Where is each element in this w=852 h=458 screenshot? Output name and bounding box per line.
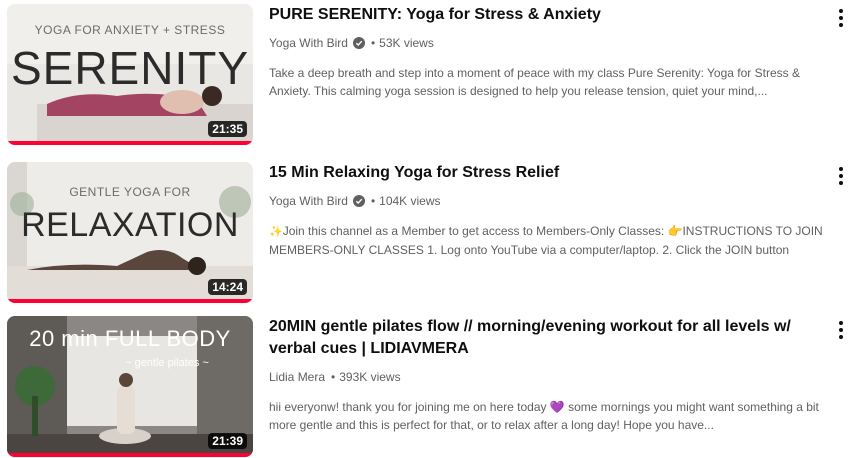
- channel-name-link[interactable]: Lidia Mera: [269, 368, 325, 386]
- video-result: YOGA FOR ANXIETY + STRESS SERENITY 21:35…: [0, 0, 852, 150]
- video-description-snippet: Take a deep breath and step into a momen…: [269, 66, 800, 98]
- watch-progress-bar: [7, 141, 253, 145]
- meta-separator: •: [370, 36, 376, 50]
- view-count: 393K views: [339, 370, 401, 384]
- meta-separator: •: [370, 194, 376, 208]
- video-duration-badge: 14:24: [208, 279, 247, 295]
- more-actions-menu-icon[interactable]: [829, 318, 852, 342]
- video-meta: Yoga With Bird • 53K views: [269, 34, 829, 52]
- svg-text:RELAXATION: RELAXATION: [21, 206, 239, 244]
- video-result: GENTLE YOGA FOR RELAXATION 14:24 15 Min …: [0, 158, 852, 308]
- video-results-list: YOGA FOR ANXIETY + STRESS SERENITY 21:35…: [0, 0, 852, 458]
- description-text: Join this channel as a Member to get acc…: [269, 224, 823, 257]
- sparkles-icon: ✨: [269, 226, 283, 238]
- video-info: 20MIN gentle pilates flow // morning/eve…: [269, 316, 829, 434]
- video-thumbnail[interactable]: 20 min FULL BODY ~ gentle pilates ~ 21:3…: [7, 316, 253, 457]
- more-actions-menu-icon[interactable]: [829, 164, 852, 188]
- video-result: 20 min FULL BODY ~ gentle pilates ~ 21:3…: [0, 312, 852, 458]
- svg-text:20 min FULL BODY: 20 min FULL BODY: [29, 326, 231, 351]
- more-actions-menu-icon[interactable]: [829, 6, 852, 30]
- watch-progress-bar: [7, 453, 253, 457]
- video-duration-badge: 21:35: [208, 121, 247, 137]
- video-description-snippet: ✨Join this channel as a Member to get ac…: [269, 222, 829, 258]
- view-count: 104K views: [379, 194, 441, 208]
- video-title-link[interactable]: PURE SERENITY: Yoga for Stress & Anxiety: [269, 4, 829, 26]
- video-duration-badge: 21:39: [208, 433, 247, 449]
- verified-badge-icon: [352, 195, 365, 207]
- video-meta: Lidia Mera • 393K views: [269, 368, 829, 386]
- svg-text:~ gentle pilates ~: ~ gentle pilates ~: [125, 357, 209, 369]
- video-info: 15 Min Relaxing Yoga for Stress Relief Y…: [269, 162, 829, 258]
- channel-name-link[interactable]: Yoga With Bird: [269, 192, 348, 210]
- verified-badge-icon: [352, 37, 365, 49]
- video-info: PURE SERENITY: Yoga for Stress & Anxiety…: [269, 4, 829, 100]
- watch-progress-bar: [7, 299, 253, 303]
- svg-text:SERENITY: SERENITY: [11, 42, 249, 94]
- video-thumbnail[interactable]: GENTLE YOGA FOR RELAXATION 14:24: [7, 162, 253, 303]
- svg-text:YOGA FOR ANXIETY + STRESS: YOGA FOR ANXIETY + STRESS: [35, 23, 226, 37]
- video-description-snippet: hii everyonw! thank you for joining me o…: [269, 400, 819, 432]
- meta-separator: •: [331, 370, 336, 384]
- channel-name-link[interactable]: Yoga With Bird: [269, 34, 348, 52]
- video-title-link[interactable]: 15 Min Relaxing Yoga for Stress Relief: [269, 162, 829, 184]
- svg-text:GENTLE YOGA FOR: GENTLE YOGA FOR: [69, 185, 190, 199]
- view-count: 53K views: [379, 36, 434, 50]
- video-title-link[interactable]: 20MIN gentle pilates flow // morning/eve…: [269, 316, 829, 360]
- video-meta: Yoga With Bird • 104K views: [269, 192, 829, 210]
- video-thumbnail[interactable]: YOGA FOR ANXIETY + STRESS SERENITY 21:35: [7, 4, 253, 145]
